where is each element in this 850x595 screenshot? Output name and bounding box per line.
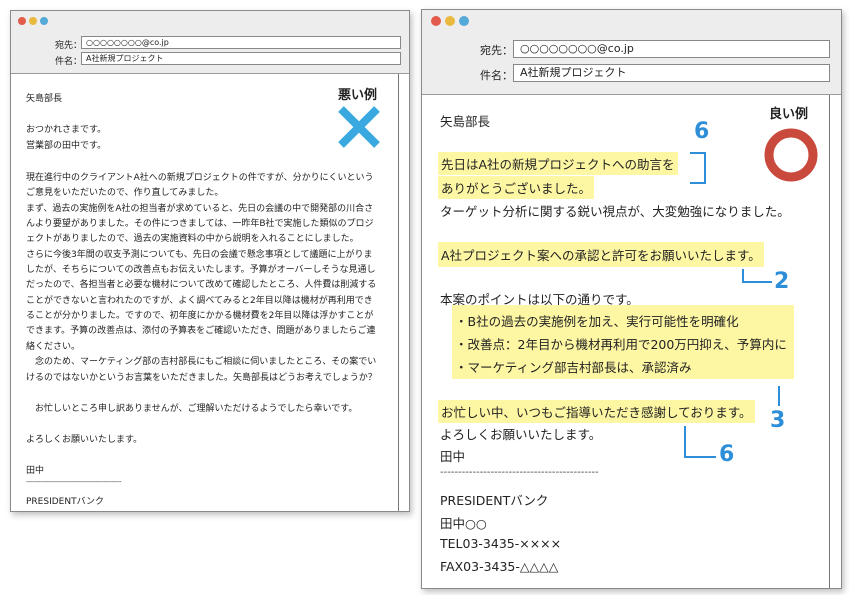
bad-window-titlebar: 宛先： ○○○○○○○○@co.jp 件名： A社新規プロジェクト (11, 11, 409, 74)
body-line: よろしくお願いいたします。 (440, 427, 602, 442)
body-line: おつかれさまです。 (26, 125, 107, 135)
good-email-body[interactable]: 矢島部長 先日はA社の新規プロジェクトへの助言を ありがとうございました。 ター… (422, 95, 829, 588)
highlighted-line: 先日はA社の新規プロジェクトへの助言を (438, 152, 678, 175)
body-line: 現在進行中のクライアントA社への新規プロジェクトの件ですが、分かりにくいという (26, 173, 374, 183)
body-line: ことができないと言われたのですが、よく調べてみると2年目以降は機材が再利用でき (26, 296, 373, 306)
annotation-connector (684, 426, 716, 458)
annotation-connector (778, 386, 780, 406)
body-line: けるのではないかというお言葉をいただきました。矢島部長はどうお考えでしょうか？ (26, 373, 377, 383)
body-line: 矢島部長 (440, 114, 491, 129)
to-label: 宛先： (55, 41, 83, 51)
body-line: 田中○○ (440, 516, 487, 531)
bad-example-window: 宛先： ○○○○○○○○@co.jp 件名： A社新規プロジェクト 矢島部長 お… (10, 10, 410, 512)
scrollbar[interactable] (398, 74, 399, 511)
to-field[interactable]: ○○○○○○○○@co.jp (81, 36, 401, 49)
scrollbar[interactable] (829, 95, 830, 588)
body-line: だったので、各担当者と必要な機材について改めて確認したところ、人件費は削減する (26, 280, 377, 290)
minimize-window-button[interactable] (29, 17, 37, 25)
subject-label: 件名： (55, 57, 83, 67)
annotation-number: 2 (774, 269, 790, 294)
bad-example-label: 悪い例 (338, 88, 378, 103)
bad-email-body[interactable]: 矢島部長 おつかれさまです。 営業部の田中です。 現在進行中のクライアントA社へ… (11, 74, 398, 511)
body-line: ェクトがありましたので、過去の実施資料の中から説明を入れることにしました。 (26, 234, 359, 244)
bullet-point: ・マーケティング部吉村部長は、承認済み (455, 360, 692, 375)
subject-field[interactable]: A社新規プロジェクト (513, 64, 830, 82)
body-line: ることが分かりました。ですので、初年度にかかる機材費を2年目以降は浮かすことが (26, 311, 374, 321)
minimize-window-button[interactable] (445, 16, 455, 26)
bullet-point: ・改善点：2年目から機材再利用で200万円抑え、予算内に (455, 337, 787, 352)
body-line: お忙しいところ申し訳ありませんが、ご理解いただけるようでしたら幸いです。 (26, 404, 358, 414)
body-line: FAX03-3435-△△△△ (440, 559, 559, 574)
to-label: 宛先： (480, 44, 513, 57)
body-line: まず、過去の実施例をA社の担当者が求めていると、先日の会議の中で開発部の川合さ (26, 204, 374, 214)
circle-mark-icon (762, 126, 820, 184)
body-line: 田中 (26, 466, 45, 476)
body-line: できます。予算の改善点は、添付の予算表をご確認いただき、問題がありましたらご連 (26, 326, 376, 336)
body-line: さらに今後3年間の収支予測についても、先日の会議で懸念事項として議題に上がりま (26, 250, 373, 260)
body-line: 念のため、マーケティング部の吉村部長にもご相談に伺いましたところ、その案でい (26, 357, 377, 367)
subject-field[interactable]: A社新規プロジェクト (81, 52, 401, 65)
subject-label: 件名： (480, 69, 513, 82)
body-line: ご意見をいただいたので、作り直してみました。 (26, 188, 224, 198)
body-line: PRESIDENTバンク (440, 493, 549, 508)
signature-separator: ----------------------------------------… (26, 478, 122, 486)
bullet-point: ・B社の過去の実施例を加え、実行可能性を明確化 (455, 314, 739, 329)
close-window-button[interactable] (18, 17, 26, 25)
good-window-titlebar: 宛先： ○○○○○○○○@co.jp 件名： A社新規プロジェクト (422, 10, 841, 95)
body-line: 営業部の田中です。 (26, 141, 107, 151)
body-line: 矢島部長 (26, 94, 63, 104)
body-line: PRESIDENTバンク (26, 497, 105, 507)
signature-separator: ----------------------------------------… (440, 467, 599, 478)
highlighted-line: ありがとうございました。 (438, 176, 595, 199)
body-line: ターゲット分析に関する鋭い視点が、大変勉強になりました。 (440, 204, 790, 219)
cross-mark-icon (336, 104, 382, 150)
body-line: TEL03-3435-×××× (440, 536, 562, 551)
annotation-number: 3 (770, 408, 786, 433)
to-field[interactable]: ○○○○○○○○@co.jp (513, 40, 830, 58)
good-example-window: 宛先： ○○○○○○○○@co.jp 件名： A社新規プロジェクト 矢島部長 先… (421, 9, 842, 589)
annotation-number: 6 (694, 119, 710, 144)
annotation-connector (742, 269, 772, 283)
body-line: んより要望がありました。その件につきましては、一昨年B社で実施した類似のプロジ (26, 219, 374, 229)
annotation-connector (690, 152, 706, 184)
body-line: 田中 (440, 449, 466, 464)
body-line: よろしくお願いいたします。 (26, 435, 143, 445)
body-line: 絡ください。 (26, 342, 81, 352)
zoom-window-button[interactable] (459, 16, 469, 26)
highlighted-line: A社プロジェクト案への承認と許可をお願いいたします。 (438, 242, 764, 267)
zoom-window-button[interactable] (40, 17, 48, 25)
annotation-number: 6 (719, 442, 735, 467)
highlighted-line: お忙しい中、いつもご指導いただき感謝しております。 (438, 400, 755, 423)
good-example-label: 良い例 (769, 107, 809, 122)
body-line: したが、そちらについての改善点もお伝えいたします。予算がオーバーしそうな見通し (26, 265, 376, 275)
close-window-button[interactable] (431, 16, 441, 26)
